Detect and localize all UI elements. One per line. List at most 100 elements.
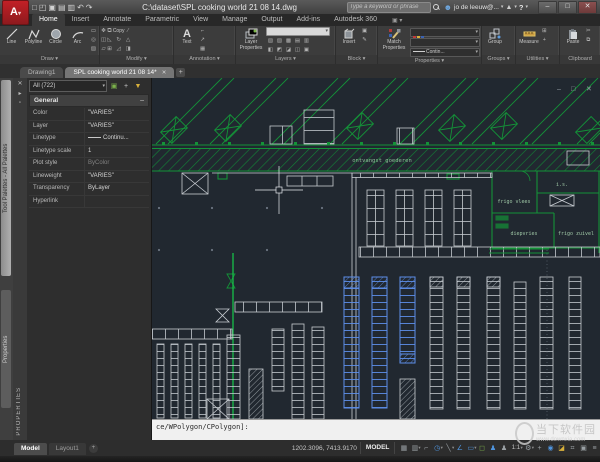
cut-icon[interactable]: ✂ — [586, 27, 591, 36]
plot-icon[interactable]: ▥ — [68, 1, 76, 14]
annotation-autoscale-icon[interactable]: ♟ — [498, 442, 509, 455]
hatch-tool-icon[interactable]: ▨ — [89, 45, 98, 54]
object-color-dropdown[interactable] — [410, 28, 480, 37]
panel-label-utilities[interactable]: Utilities ▾ — [516, 55, 559, 64]
rotate-tool-icon[interactable]: ↻ — [113, 36, 125, 45]
save-as-icon[interactable]: ▤ — [58, 1, 66, 14]
panel-label-layers[interactable]: Layers ▾ — [236, 55, 335, 64]
model-tab[interactable]: Model — [14, 443, 47, 455]
tab-addins[interactable]: Add-ins — [289, 14, 327, 26]
grid-display-icon[interactable]: ▦ — [398, 442, 409, 455]
isolate-objects-icon[interactable]: ◪ — [556, 442, 567, 455]
property-row-lineweight[interactable]: Lineweight "VARIES" — [29, 171, 149, 184]
circle-button[interactable]: Circle — [45, 27, 66, 46]
trim-tool-icon[interactable]: ◿ — [113, 45, 125, 54]
property-row-linetype-scale[interactable]: Linetype scale 1 — [29, 146, 149, 159]
tab-insert[interactable]: Insert — [65, 14, 97, 26]
user-menu-caret-icon[interactable]: ▾ — [501, 4, 504, 10]
tab-view[interactable]: View — [186, 14, 215, 26]
palette-autohide-icon[interactable]: ▸ — [18, 90, 21, 97]
property-row-linetype[interactable]: Linetype Continu... — [29, 133, 149, 146]
model-space-button[interactable]: MODEL — [360, 442, 395, 454]
general-section-header[interactable]: General – — [29, 94, 149, 107]
layer-thaw-icon[interactable]: ◪ — [284, 46, 293, 55]
osnap-tracking-icon[interactable]: ∠ — [454, 442, 465, 455]
match-properties-button[interactable]: Match Properties — [379, 27, 409, 52]
drawing-canvas[interactable]: ontvangst goederen frigo vlees diepvries… — [152, 78, 600, 419]
autodesk360-icon[interactable]: ▲ — [505, 4, 512, 11]
quick-select-icon[interactable]: ▼ — [133, 83, 143, 90]
toggle-pickadd-icon[interactable]: ▣ — [109, 82, 119, 90]
new-layout-button[interactable]: + — [89, 444, 98, 453]
layout1-tab[interactable]: Layout1 — [49, 443, 86, 455]
file-tab-spl-cooking-world[interactable]: SPL cooking world 21 08 14*✕ — [65, 67, 174, 78]
panel-label-properties[interactable]: Properties ▾ — [378, 57, 481, 64]
tab-close-icon[interactable]: ✕ — [162, 70, 167, 76]
layer-on-icon[interactable]: ◩ — [275, 46, 284, 55]
panel-label-modify[interactable]: Modify ▾ — [100, 55, 173, 64]
layer-prev-icon[interactable]: ◧ — [266, 46, 275, 55]
tool-palettes-dock-tab[interactable]: Tool Palettes - All Palettes — [1, 80, 11, 276]
tab-parametric[interactable]: Parametric — [138, 14, 186, 26]
layer-lock-icon[interactable]: ▤ — [293, 37, 302, 46]
new-drawing-tab-button[interactable]: + — [176, 68, 185, 77]
tab-manage[interactable]: Manage — [215, 14, 254, 26]
measure-button[interactable]: Measure — [517, 27, 541, 46]
fullscreen-icon[interactable]: ▣ — [578, 442, 589, 455]
property-row-plot-style[interactable]: Plot style ByColor — [29, 158, 149, 171]
customization-menu-icon[interactable]: ≡ — [589, 442, 600, 455]
id-point-icon[interactable]: + — [542, 36, 547, 45]
layer-properties-button[interactable]: Layer Properties — [237, 27, 265, 52]
tab-home[interactable]: Home — [32, 14, 65, 26]
property-row-transparency[interactable]: Transparency ByLayer — [29, 183, 149, 196]
dimension-tool-icon[interactable]: ⌐ — [200, 27, 205, 36]
collapse-section-icon[interactable]: – — [140, 97, 144, 104]
rectangle-tool-icon[interactable]: ▭ — [89, 27, 98, 36]
layer-match-icon[interactable]: ▥ — [302, 37, 311, 46]
app-menu-button[interactable]: A▾ — [2, 0, 29, 25]
copy-clip-icon[interactable]: ⧉ — [586, 36, 591, 45]
erase-tool-icon[interactable]: ⁄ — [126, 27, 131, 36]
mirror-tool-icon[interactable]: ◫ — [101, 36, 106, 45]
tab-annotate[interactable]: Annotate — [96, 14, 138, 26]
leader-tool-icon[interactable]: ↗ — [200, 36, 205, 45]
annotation-visibility-icon[interactable]: ♟ — [487, 442, 498, 455]
3d-osnap-icon[interactable]: ◻ — [476, 442, 487, 455]
move-tool-icon[interactable]: ✥ — [101, 27, 106, 36]
fillet-tool-icon[interactable]: ◺ — [107, 36, 112, 45]
layer-freeze-icon[interactable]: ▩ — [284, 37, 293, 46]
layer-isolate-icon[interactable]: ▨ — [275, 37, 284, 46]
customize-icon[interactable]: + — [534, 442, 545, 455]
table-tool-icon[interactable]: ▦ — [200, 45, 205, 54]
stretch-tool-icon[interactable]: ▱ — [101, 45, 106, 54]
selection-filter-dropdown[interactable]: All (722) — [29, 80, 107, 92]
layer-select-dropdown[interactable] — [266, 27, 330, 36]
paste-button[interactable]: Paste — [561, 27, 585, 46]
a360-caret-icon[interactable]: ▾ — [514, 4, 517, 10]
lineweight-dropdown[interactable] — [410, 38, 480, 47]
help-icon[interactable]: ? — [519, 3, 524, 12]
property-row-layer[interactable]: Layer "VARIES" — [29, 121, 149, 134]
layer-walk-icon[interactable]: ▣ — [302, 46, 311, 55]
copy-label[interactable]: Copy — [113, 27, 125, 36]
panel-label-groups[interactable]: Groups ▾ — [482, 55, 515, 64]
arc-button[interactable]: Arc — [67, 27, 88, 46]
help-caret-icon[interactable]: ▾ — [525, 4, 528, 10]
copy-tool-icon[interactable]: ⧉ — [107, 27, 112, 36]
properties-dock-tab[interactable]: Properties — [1, 290, 11, 408]
ellipse-tool-icon[interactable]: ◎ — [89, 36, 98, 45]
property-row-hyperlink[interactable]: Hyperlink — [29, 196, 149, 209]
panel-label-block[interactable]: Block ▾ — [336, 55, 377, 64]
select-objects-icon[interactable]: + — [121, 83, 131, 90]
layer-unlock-icon[interactable]: ◫ — [293, 46, 302, 55]
tab-autodesk360[interactable]: Autodesk 360 — [327, 14, 384, 26]
panel-label-draw[interactable]: Draw ▾ — [0, 55, 99, 64]
close-button[interactable]: ✕ — [578, 1, 597, 14]
command-line[interactable]: ce/WPolygon/CPolygon]: — [152, 419, 600, 440]
save-icon[interactable]: ▣ — [48, 1, 56, 14]
group-button[interactable]: Group — [483, 27, 507, 46]
tab-output[interactable]: Output — [254, 14, 289, 26]
scale-tool-icon[interactable]: △ — [126, 36, 131, 45]
clean-screen-icon[interactable]: ⌗ — [567, 442, 578, 455]
ribbon-collapse-icon[interactable]: ▣ ▾ — [392, 16, 402, 26]
